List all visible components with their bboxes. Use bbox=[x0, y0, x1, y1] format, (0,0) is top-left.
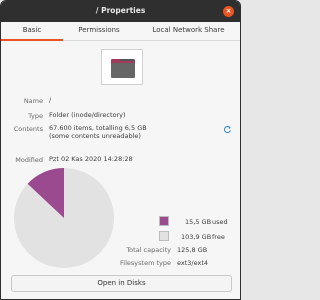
contents-note: (some contents unreadable) bbox=[49, 132, 141, 140]
folder-icon bbox=[111, 59, 135, 78]
name-label: Name bbox=[23, 97, 43, 105]
type-label: Type bbox=[28, 112, 43, 120]
close-icon[interactable]: × bbox=[223, 6, 234, 17]
open-in-disks-button[interactable]: Open in Disks bbox=[11, 275, 232, 292]
tab-basic[interactable]: Basic bbox=[1, 22, 63, 41]
title-bar[interactable]: / Properties × bbox=[1, 1, 240, 22]
tab-bar: Basic Permissions Local Network Share bbox=[1, 22, 240, 41]
tab-local-network-share[interactable]: Local Network Share bbox=[135, 22, 240, 41]
tab-permissions[interactable]: Permissions bbox=[63, 22, 135, 41]
type-value: Folder (inode/directory) bbox=[49, 111, 126, 119]
window-title: / Properties bbox=[95, 6, 146, 15]
used-swatch bbox=[159, 216, 169, 226]
free-swatch bbox=[159, 231, 169, 241]
modified-label: Modified bbox=[15, 156, 43, 164]
free-value: 103,9 GB bbox=[181, 233, 212, 241]
folder-icon-tile[interactable] bbox=[101, 49, 143, 85]
free-label: free bbox=[212, 233, 225, 241]
properties-window: / Properties × Basic Permissions Local N… bbox=[0, 0, 241, 300]
refresh-icon bbox=[223, 125, 231, 134]
contents-value: 67.600 items, totalling 6,5 GB bbox=[49, 124, 147, 132]
total-capacity-value: 125,8 GB bbox=[177, 246, 208, 254]
filesystem-type-label: Filesystem type bbox=[120, 259, 171, 267]
filesystem-type-value: ext3/ext4 bbox=[177, 259, 209, 267]
total-capacity-label: Total capacity bbox=[126, 246, 171, 254]
used-label: used bbox=[212, 218, 228, 226]
disk-usage-pie bbox=[14, 168, 114, 268]
used-value: 15,5 GB bbox=[185, 218, 212, 226]
name-value[interactable]: / bbox=[49, 96, 51, 104]
contents-label: Contents bbox=[13, 125, 43, 133]
modified-value: Pzt 02 Kas 2020 14:28:28 bbox=[49, 155, 133, 163]
